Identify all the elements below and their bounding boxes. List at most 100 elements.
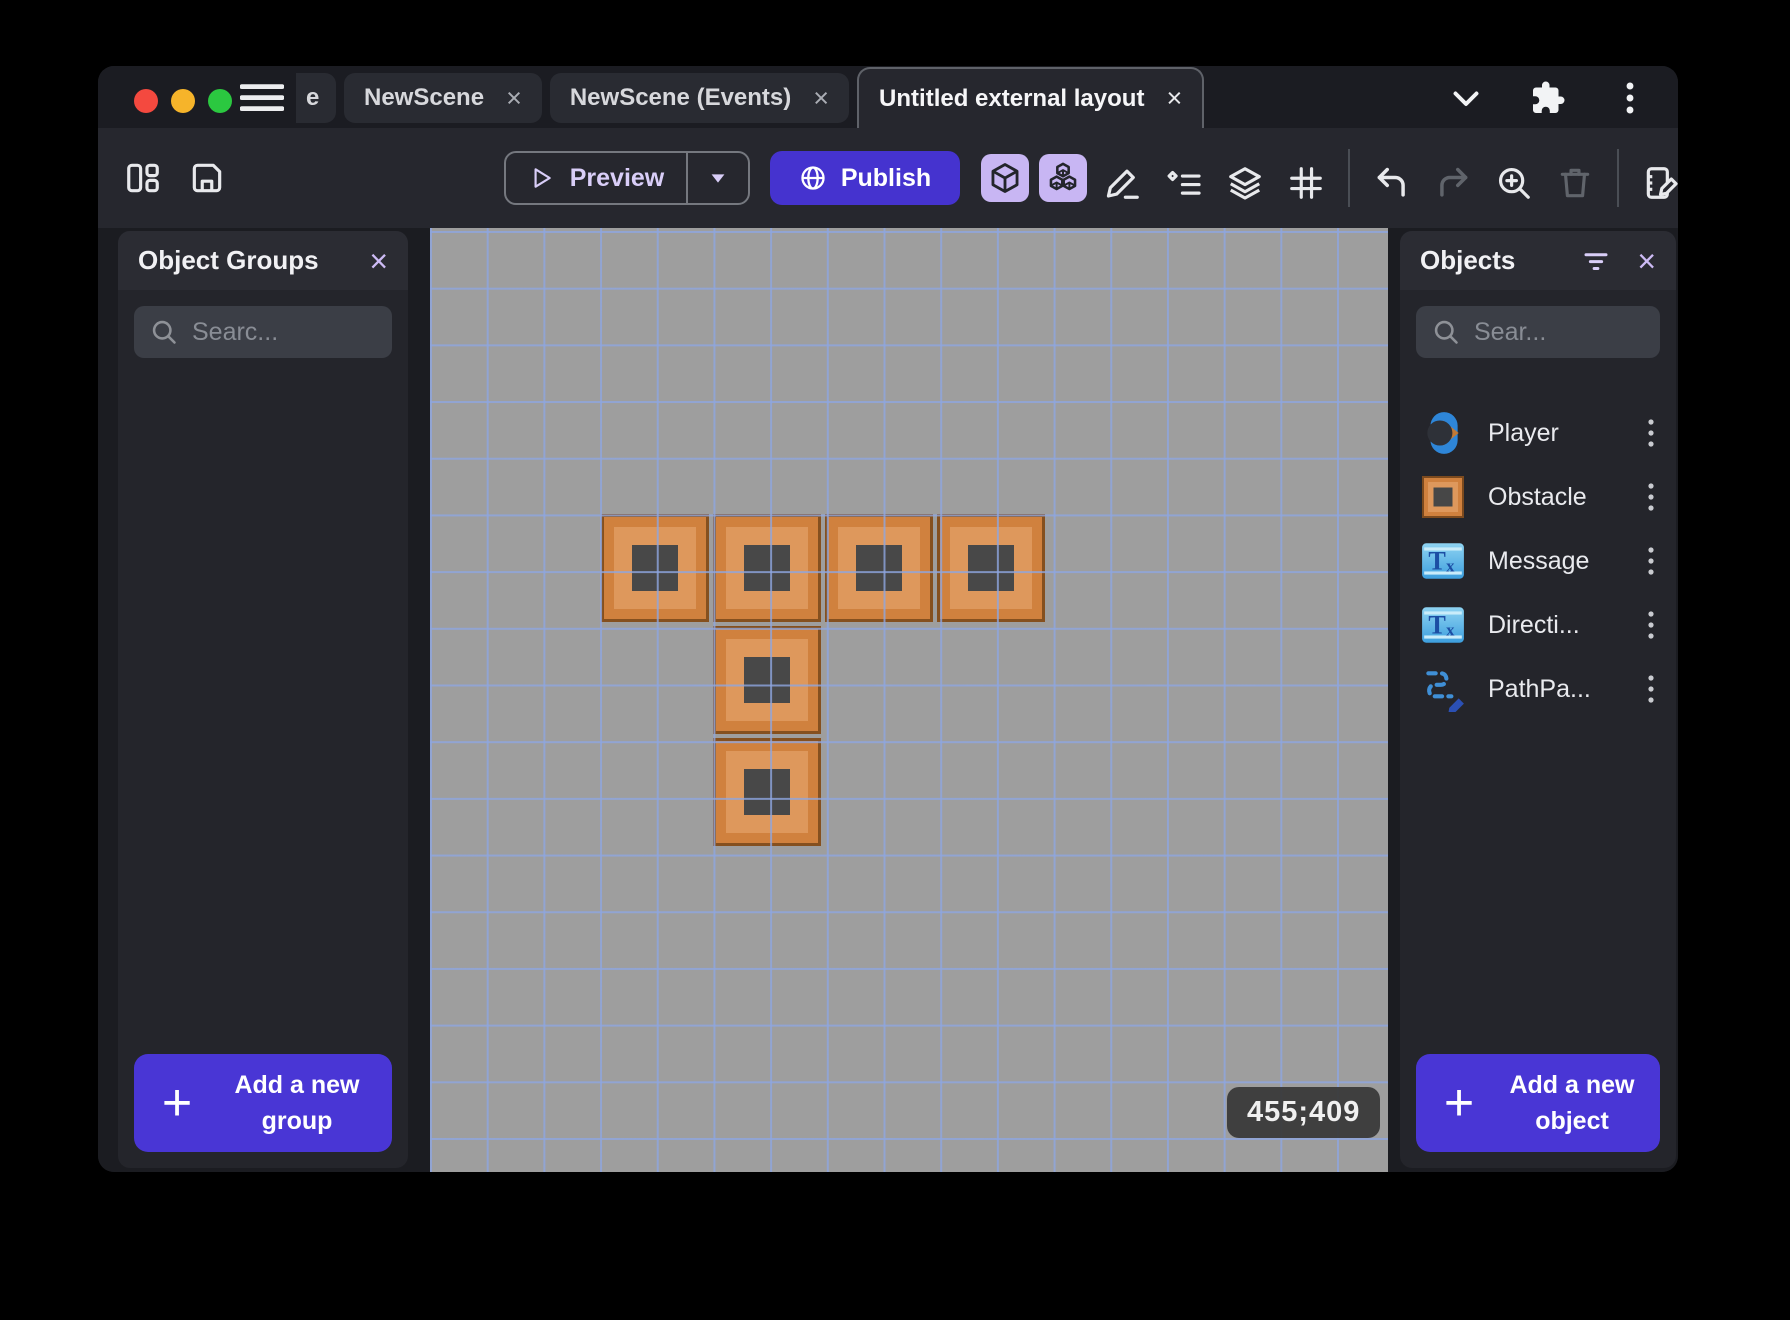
redo-icon[interactable] — [1434, 164, 1472, 202]
obstacle-instance[interactable] — [713, 626, 821, 734]
toggle-panels-icon[interactable] — [124, 159, 162, 197]
svg-text:T: T — [1428, 610, 1446, 639]
extensions-puzzle-icon[interactable] — [1530, 80, 1566, 116]
maximize-window-button[interactable] — [208, 89, 232, 113]
close-panel-icon[interactable]: × — [1637, 245, 1656, 277]
objects-search-input[interactable] — [1474, 317, 1644, 347]
player-icon — [1420, 410, 1466, 456]
tab-bar: e NewScene × NewScene (Events) × Untitle… — [296, 66, 1208, 128]
multi-object-mode-button[interactable] — [1039, 154, 1087, 202]
object-menu-icon[interactable] — [1644, 480, 1658, 514]
tab-label: NewScene (Events) — [569, 84, 792, 111]
obstacle-instance[interactable] — [825, 514, 933, 622]
objects-header: Objects × — [1400, 231, 1676, 290]
object-groups-list — [118, 374, 408, 1038]
object-menu-icon[interactable] — [1644, 608, 1658, 642]
menu-icon[interactable] — [239, 83, 285, 113]
close-panel-icon[interactable]: × — [369, 245, 388, 277]
edit-pencil-icon[interactable] — [1104, 164, 1142, 202]
object-name: PathPa... — [1488, 674, 1591, 703]
obstacle-instance-center — [744, 545, 790, 591]
obstacle-instance[interactable] — [601, 514, 709, 622]
obstacle-instance[interactable] — [713, 514, 821, 622]
text-object-icon: T x — [1420, 602, 1466, 648]
object-row-directions[interactable]: T x Directi... — [1400, 596, 1676, 654]
play-icon — [534, 168, 551, 188]
tab-clipped[interactable]: e — [296, 73, 336, 123]
object-menu-icon[interactable] — [1644, 416, 1658, 450]
edit-properties-icon[interactable] — [1642, 164, 1678, 202]
add-group-label-line1: Add a new — [234, 1070, 360, 1099]
main-area: Object Groups × + Add a new group — [98, 228, 1678, 1172]
obstacle-instance-center — [968, 545, 1014, 591]
publish-button[interactable]: Publish — [770, 151, 960, 205]
tab-close-icon[interactable]: × — [1166, 85, 1182, 112]
obstacle-instance[interactable] — [937, 514, 1045, 622]
tab-label: e — [306, 84, 320, 111]
object-menu-icon[interactable] — [1644, 672, 1658, 706]
add-object-label-line2: object — [1535, 1107, 1609, 1135]
objects-panel: Objects × Sear... Player Obstacle T x Me… — [1400, 231, 1676, 1168]
chevron-down-icon[interactable] — [1448, 80, 1484, 116]
object-row-player[interactable]: Player — [1400, 404, 1676, 462]
add-object-label-line1: Add a new — [1509, 1070, 1635, 1099]
preview-dropdown-button[interactable] — [686, 153, 748, 203]
publish-label: Publish — [840, 163, 932, 192]
obstacle-instance-center — [632, 545, 678, 591]
close-window-button[interactable] — [134, 89, 158, 113]
search-icon — [152, 320, 176, 344]
undo-icon[interactable] — [1373, 164, 1411, 202]
zoom-in-icon[interactable] — [1495, 164, 1533, 202]
filter-icon[interactable] — [1581, 246, 1611, 276]
object-row-message[interactable]: T x Message — [1400, 532, 1676, 590]
layers-icon[interactable] — [1226, 164, 1264, 202]
add-group-label-line2: group — [261, 1107, 333, 1135]
titlebar-actions — [1448, 80, 1648, 116]
object-groups-search-input[interactable] — [192, 317, 376, 347]
gdevelop-window: e NewScene × NewScene (Events) × Untitle… — [98, 66, 1678, 1172]
obstacle-instance[interactable] — [713, 738, 821, 846]
plus-icon: + — [1443, 1073, 1475, 1132]
window-controls — [134, 89, 232, 113]
globe-icon — [801, 166, 825, 190]
scene-canvas[interactable]: 455;409 — [430, 228, 1388, 1172]
search-icon — [1434, 320, 1458, 344]
svg-text:x: x — [1446, 620, 1455, 639]
object-row-pathpaint[interactable]: PathPa... — [1400, 660, 1676, 718]
tab-label: NewScene — [364, 84, 485, 111]
toolbar: Preview Publish — [98, 128, 1678, 228]
object-groups-header: Object Groups × — [118, 231, 408, 290]
grid-icon[interactable] — [1287, 164, 1325, 202]
object-name: Player — [1488, 418, 1559, 447]
add-group-button[interactable]: + Add a new group — [134, 1054, 392, 1152]
object-menu-icon[interactable] — [1644, 544, 1658, 578]
preview-label: Preview — [569, 163, 665, 192]
objects-search[interactable] — [1416, 306, 1660, 358]
tab-newscene[interactable]: NewScene × — [344, 73, 542, 123]
instances-layer — [430, 228, 1388, 1172]
caret-down-icon — [711, 174, 725, 183]
add-object-button[interactable]: + Add a new object — [1416, 1054, 1660, 1152]
minimize-window-button[interactable] — [171, 89, 195, 113]
obstacle-instance-center — [744, 657, 790, 703]
preview-button[interactable]: Preview — [504, 151, 750, 205]
object-groups-search[interactable] — [134, 306, 392, 358]
tab-newscene-events[interactable]: NewScene (Events) × — [549, 73, 850, 123]
trash-icon[interactable] — [1556, 164, 1594, 202]
tab-label: Untitled external layout — [879, 84, 1145, 112]
object-groups-panel: Object Groups × + Add a new group — [118, 231, 408, 1168]
save-icon[interactable] — [188, 159, 226, 197]
text-object-icon: T x — [1420, 538, 1466, 584]
tab-close-icon[interactable]: × — [813, 84, 829, 112]
object-row-obstacle[interactable]: Obstacle — [1400, 468, 1676, 526]
cursor-coordinates-badge: 455;409 — [1227, 1087, 1381, 1138]
tab-untitled-external-layout[interactable]: Untitled external layout × — [857, 67, 1205, 128]
single-object-mode-button[interactable] — [981, 154, 1029, 202]
obstacle-instance-center — [856, 545, 902, 591]
object-name: Obstacle — [1488, 482, 1587, 511]
kebab-menu-icon[interactable] — [1612, 80, 1648, 116]
obstacle-instance-center — [744, 769, 790, 815]
tab-close-icon[interactable]: × — [506, 84, 522, 112]
plus-icon: + — [161, 1073, 193, 1132]
instances-list-icon[interactable] — [1165, 164, 1203, 202]
